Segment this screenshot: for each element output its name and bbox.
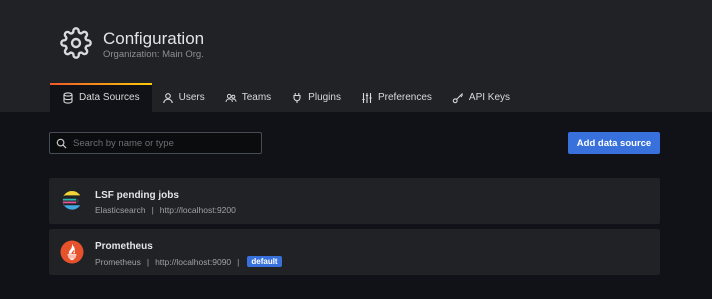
tab-api-keys[interactable]: API Keys [442,83,520,112]
tab-label: API Keys [468,92,511,103]
tab-plugins[interactable]: Plugins [281,83,351,112]
search-input[interactable] [73,137,253,149]
datasource-meta: Elasticsearch | http://localhost:9200 [95,205,236,215]
meta-separator: | [146,256,150,267]
tab-bar: Data Sources Users Teams Plugins Prefere… [50,83,520,112]
page-header: Configuration Organization: Main Org. Da… [0,0,712,112]
tab-label: Teams [241,92,272,103]
datasource-name: Prometheus [95,241,153,252]
plug-icon [293,92,301,103]
page-title: Configuration [103,29,205,48]
tab-label: Preferences [377,92,432,103]
datasource-type: Elasticsearch [95,205,146,215]
key-icon [452,92,463,103]
search-box[interactable] [49,132,262,154]
add-data-source-button[interactable]: Add data source [568,132,660,154]
default-badge: default [247,256,282,267]
sliders-icon [362,92,372,103]
tab-users[interactable]: Users [152,83,215,112]
database-icon [63,91,73,104]
datasource-type: Prometheus [95,256,141,267]
tab-data-sources[interactable]: Data Sources [50,83,152,112]
datasource-card[interactable]: Prometheus Prometheus | http://localhost… [49,229,660,275]
elasticsearch-logo [62,191,81,210]
user-icon [162,92,173,103]
datasource-meta: Prometheus | http://localhost:9090 | def… [95,256,282,267]
tab-label: Users [178,92,205,103]
tab-teams[interactable]: Teams [215,83,281,112]
search-icon [56,138,67,149]
datasource-card[interactable]: LSF pending jobs Elasticsearch | http://… [49,178,660,224]
tab-label: Data Sources [79,92,140,103]
prometheus-logo [60,240,84,264]
datasource-name: LSF pending jobs [95,190,179,201]
meta-separator: | [237,256,240,267]
users-icon [225,93,237,102]
page-subtitle: Organization: Main Org. [103,49,204,60]
tab-label: Plugins [308,92,341,103]
gear-icon [60,27,92,59]
datasource-url: http://localhost:9200 [159,205,236,215]
tab-preferences[interactable]: Preferences [351,83,442,112]
datasource-url: http://localhost:9090 [155,256,232,267]
meta-separator: | [151,205,154,215]
